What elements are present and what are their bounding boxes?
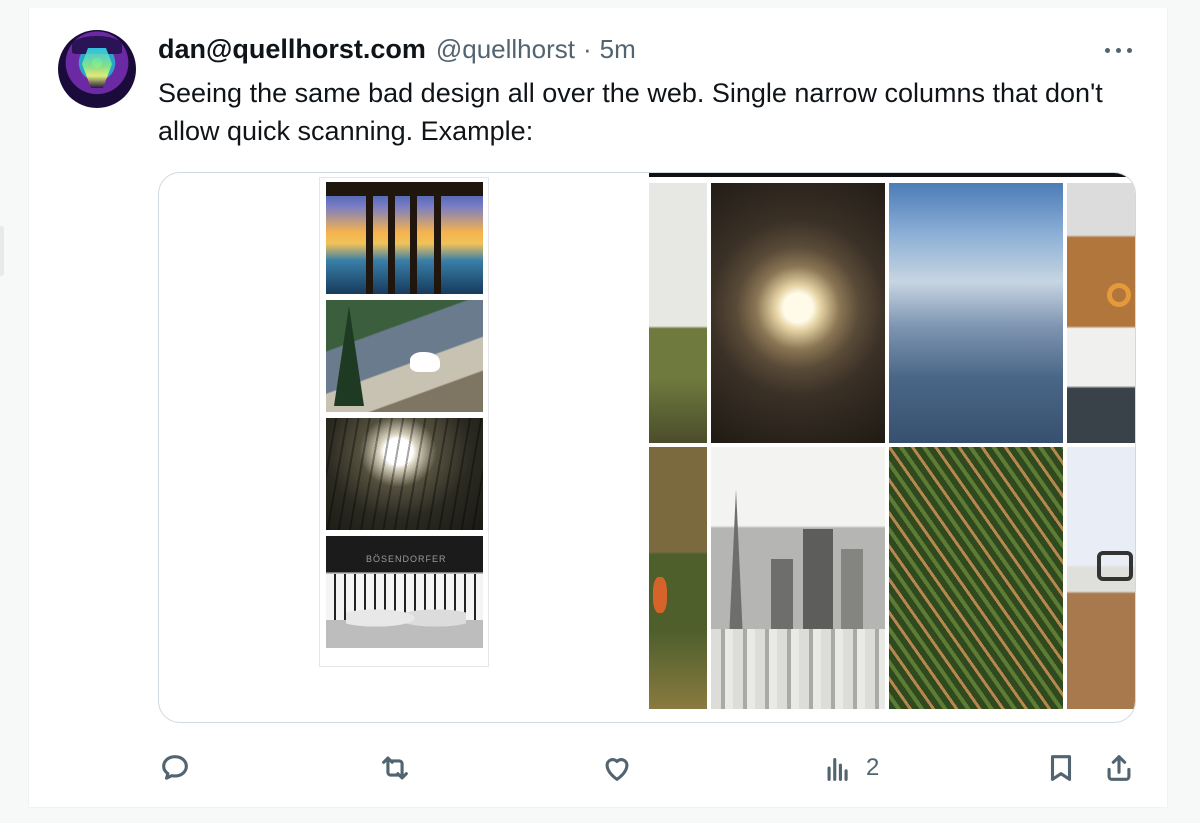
flower-field-photo xyxy=(649,447,707,709)
views-button[interactable]: 2 xyxy=(822,748,879,788)
share-icon xyxy=(1107,755,1131,781)
tweet-header: dan@quellhorst.com @quellhorst · 5m xyxy=(158,34,636,66)
more-dot xyxy=(1115,47,1121,53)
piano-hands-photo: BÖSENDORFER xyxy=(326,536,483,648)
more-dot xyxy=(1126,47,1132,53)
piano-brand-text: BÖSENDORFER xyxy=(366,554,447,564)
views-count: 2 xyxy=(866,754,880,781)
pier-sunset-photo xyxy=(326,182,483,294)
mountain-goat-photo xyxy=(326,300,483,412)
avatar-face xyxy=(82,48,112,88)
tweet-action-bar: 2 xyxy=(158,748,1138,788)
bookmark-icon xyxy=(1050,755,1072,781)
views-icon xyxy=(827,757,848,781)
more-dot xyxy=(1104,47,1110,53)
city-skyline-photo xyxy=(711,447,885,709)
narrow-column-example: BÖSENDORFER xyxy=(319,177,489,667)
more-options-button[interactable] xyxy=(1098,36,1138,64)
retweet-icon xyxy=(382,756,408,780)
tweet-text: Seeing the same bad design all over the … xyxy=(158,78,1103,146)
sailboat-photo xyxy=(1067,183,1135,443)
reply-icon xyxy=(162,755,188,780)
hillside-photo xyxy=(649,183,707,443)
share-button[interactable] xyxy=(1102,748,1136,788)
like-button[interactable] xyxy=(600,748,634,788)
reply-button[interactable] xyxy=(158,748,192,788)
avatar[interactable] xyxy=(58,30,136,108)
farm-field-aerial-photo xyxy=(889,447,1063,709)
like-icon xyxy=(605,758,629,781)
light-shaft-photo xyxy=(326,418,483,530)
tweet-media[interactable]: BÖSENDORFER xyxy=(158,172,1136,723)
timestamp[interactable]: 5m xyxy=(600,34,636,65)
user-handle[interactable]: @quellhorst xyxy=(436,34,575,65)
desk-glasses-photo xyxy=(1067,447,1135,709)
mountain-clouds-photo xyxy=(889,183,1063,443)
tunnel-light-photo xyxy=(711,183,885,443)
retweet-button[interactable] xyxy=(378,748,412,788)
bookmark-button[interactable] xyxy=(1044,748,1078,788)
side-edge xyxy=(0,226,4,276)
separator: · xyxy=(583,34,592,64)
grid-top-bar xyxy=(649,173,1135,177)
display-name[interactable]: dan@quellhorst.com xyxy=(158,34,426,65)
